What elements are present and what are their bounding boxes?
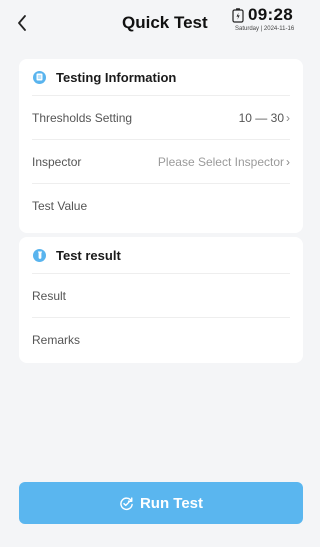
test-result-header: Test result [19,237,303,273]
test-value-row: Test Value [19,184,303,227]
testing-information-card: Testing Information Thresholds Setting 1… [19,59,303,233]
remarks-label: Remarks [32,332,81,347]
app-header: Quick Test 09:28 Saturday | 2024-11-16 [0,0,308,50]
back-button[interactable] [12,11,32,35]
remarks-row: Remarks [19,318,303,361]
result-row: Result [19,274,303,317]
clock-date: Saturday | 2024-11-16 [235,26,295,32]
thresholds-setting-value: 10 — 30 › [239,111,290,125]
tube-icon [33,248,46,262]
clock-time: 09:28 [248,5,293,24]
battery-icon [232,8,244,23]
page-title: Quick Test [122,13,208,32]
test-value-label: Test Value [32,198,88,213]
status-clock: 09:28 Saturday | 2024-11-16 [232,5,308,41]
inspector-placeholder: Please Select Inspector [157,154,284,169]
chevron-right-icon: › [286,154,290,169]
chevron-left-icon [18,15,26,31]
run-test-button[interactable]: Run Test [19,482,303,524]
test-result-title: Test result [56,247,121,263]
inspector-label: Inspector [32,154,82,169]
testing-information-title: Testing Information [56,69,177,85]
thresholds-setting-row[interactable]: Thresholds Setting 10 — 30 › [19,96,303,139]
result-label: Result [32,288,67,303]
thresholds-setting-label: Thresholds Setting [32,110,133,125]
document-icon [33,70,46,84]
inspector-select: Please Select Inspector › [158,155,290,169]
run-test-label: Run Test [139,494,204,512]
refresh-check-icon [120,496,133,510]
test-result-card: Test result Result Remarks [19,237,303,363]
chevron-right-icon: › [286,110,290,125]
inspector-row[interactable]: Inspector Please Select Inspector › [19,140,303,183]
thresholds-range: 10 — 30 [238,110,284,125]
testing-information-header: Testing Information [19,59,303,95]
